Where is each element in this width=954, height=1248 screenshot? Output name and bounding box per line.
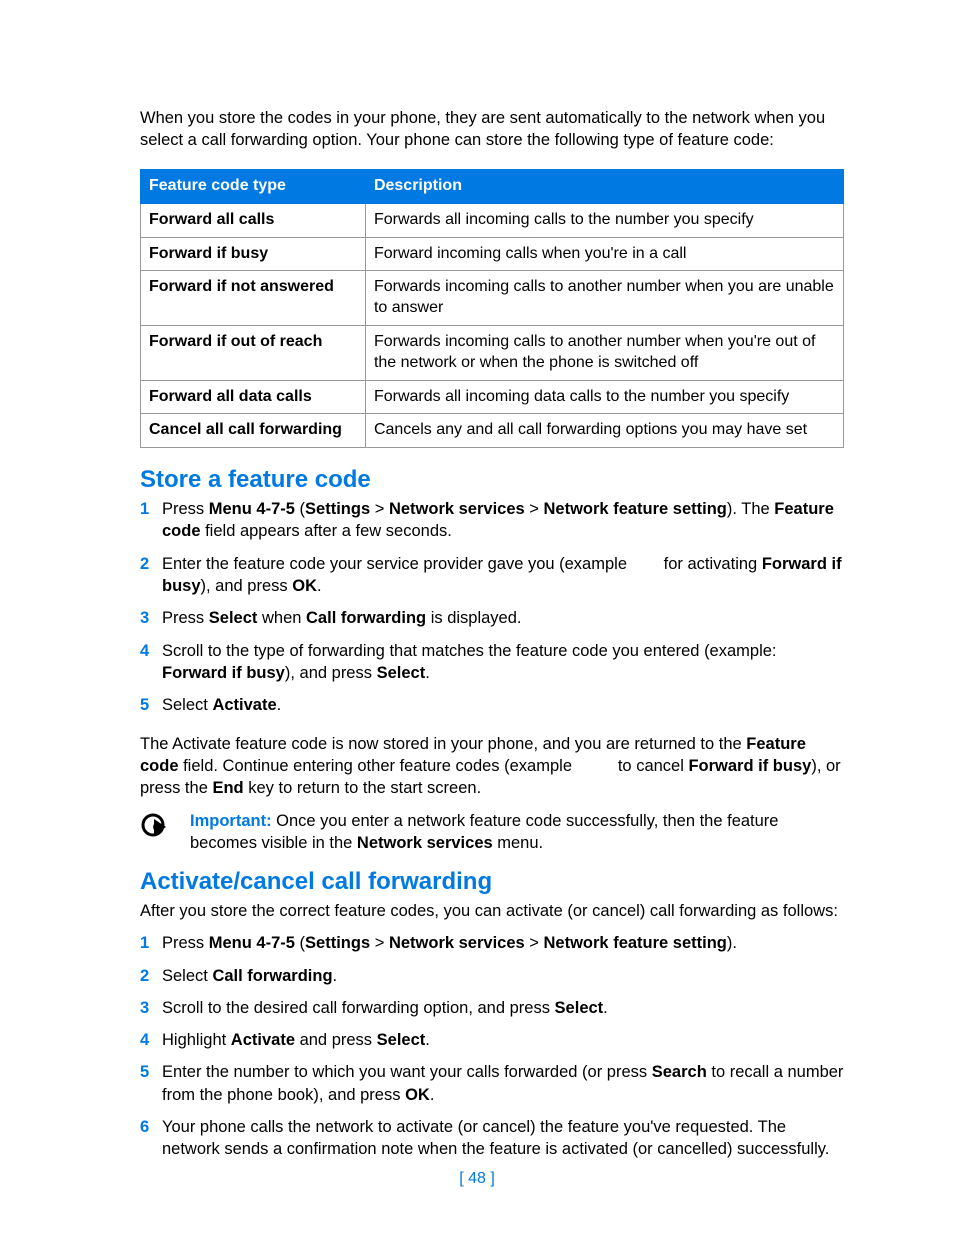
step: Scroll to the desired call forwarding op… — [140, 997, 844, 1019]
step: Scroll to the type of forwarding that ma… — [140, 640, 844, 685]
feat-desc: Forwards incoming calls to another numbe… — [365, 271, 843, 326]
feat-type: Forward all data calls — [141, 380, 366, 414]
important-callout: Important: Once you enter a network feat… — [140, 810, 844, 855]
store-after-paragraph: The Activate feature code is now stored … — [140, 733, 844, 800]
feat-type: Forward if not answered — [141, 271, 366, 326]
feat-desc: Forwards incoming calls to another numbe… — [365, 326, 843, 381]
step: Your phone calls the network to activate… — [140, 1116, 844, 1161]
table-row: Forward all data callsForwards all incom… — [141, 380, 844, 414]
feat-type: Forward if busy — [141, 237, 366, 271]
important-icon — [140, 810, 190, 845]
activate-intro: After you store the correct feature code… — [140, 900, 844, 922]
step: Select Activate. — [140, 694, 844, 716]
step: Press Menu 4-7-5 (Settings > Network ser… — [140, 932, 844, 954]
activate-steps: Press Menu 4-7-5 (Settings > Network ser… — [140, 932, 844, 1160]
feat-desc: Forward incoming calls when you're in a … — [365, 237, 843, 271]
step: Enter the feature code your service prov… — [140, 553, 844, 598]
table-row: Cancel all call forwardingCancels any an… — [141, 414, 844, 448]
table-row: Forward all callsForwards all incoming c… — [141, 203, 844, 237]
important-text: Important: Once you enter a network feat… — [190, 810, 844, 855]
table-header-desc: Description — [365, 170, 843, 204]
section-heading-store: Store a feature code — [140, 466, 844, 494]
important-body: Once you enter a network feature code su… — [190, 812, 778, 852]
step: Enter the number to which you want your … — [140, 1061, 844, 1106]
section-heading-activate: Activate/cancel call forwarding — [140, 868, 844, 896]
feat-type: Cancel all call forwarding — [141, 414, 366, 448]
table-row: Forward if busyForward incoming calls wh… — [141, 237, 844, 271]
feat-desc: Cancels any and all call forwarding opti… — [365, 414, 843, 448]
table-row: Forward if not answeredForwards incoming… — [141, 271, 844, 326]
feature-code-table: Feature code type Description Forward al… — [140, 169, 844, 448]
store-steps: Press Menu 4-7-5 (Settings > Network ser… — [140, 498, 844, 716]
step: Select Call forwarding. — [140, 965, 844, 987]
step: Press Menu 4-7-5 (Settings > Network ser… — [140, 498, 844, 543]
intro-paragraph: When you store the codes in your phone, … — [140, 107, 844, 152]
page: When you store the codes in your phone, … — [0, 0, 954, 1248]
feat-type: Forward if out of reach — [141, 326, 366, 381]
feat-desc: Forwards all incoming data calls to the … — [365, 380, 843, 414]
feat-type: Forward all calls — [141, 203, 366, 237]
step: Press Select when Call forwarding is dis… — [140, 607, 844, 629]
feat-desc: Forwards all incoming calls to the numbe… — [365, 203, 843, 237]
page-number: [ 48 ] — [0, 1170, 954, 1188]
important-label: Important: — [190, 812, 272, 830]
table-header-type: Feature code type — [141, 170, 366, 204]
step: Highlight Activate and press Select. — [140, 1029, 844, 1051]
table-row: Forward if out of reachForwards incoming… — [141, 326, 844, 381]
